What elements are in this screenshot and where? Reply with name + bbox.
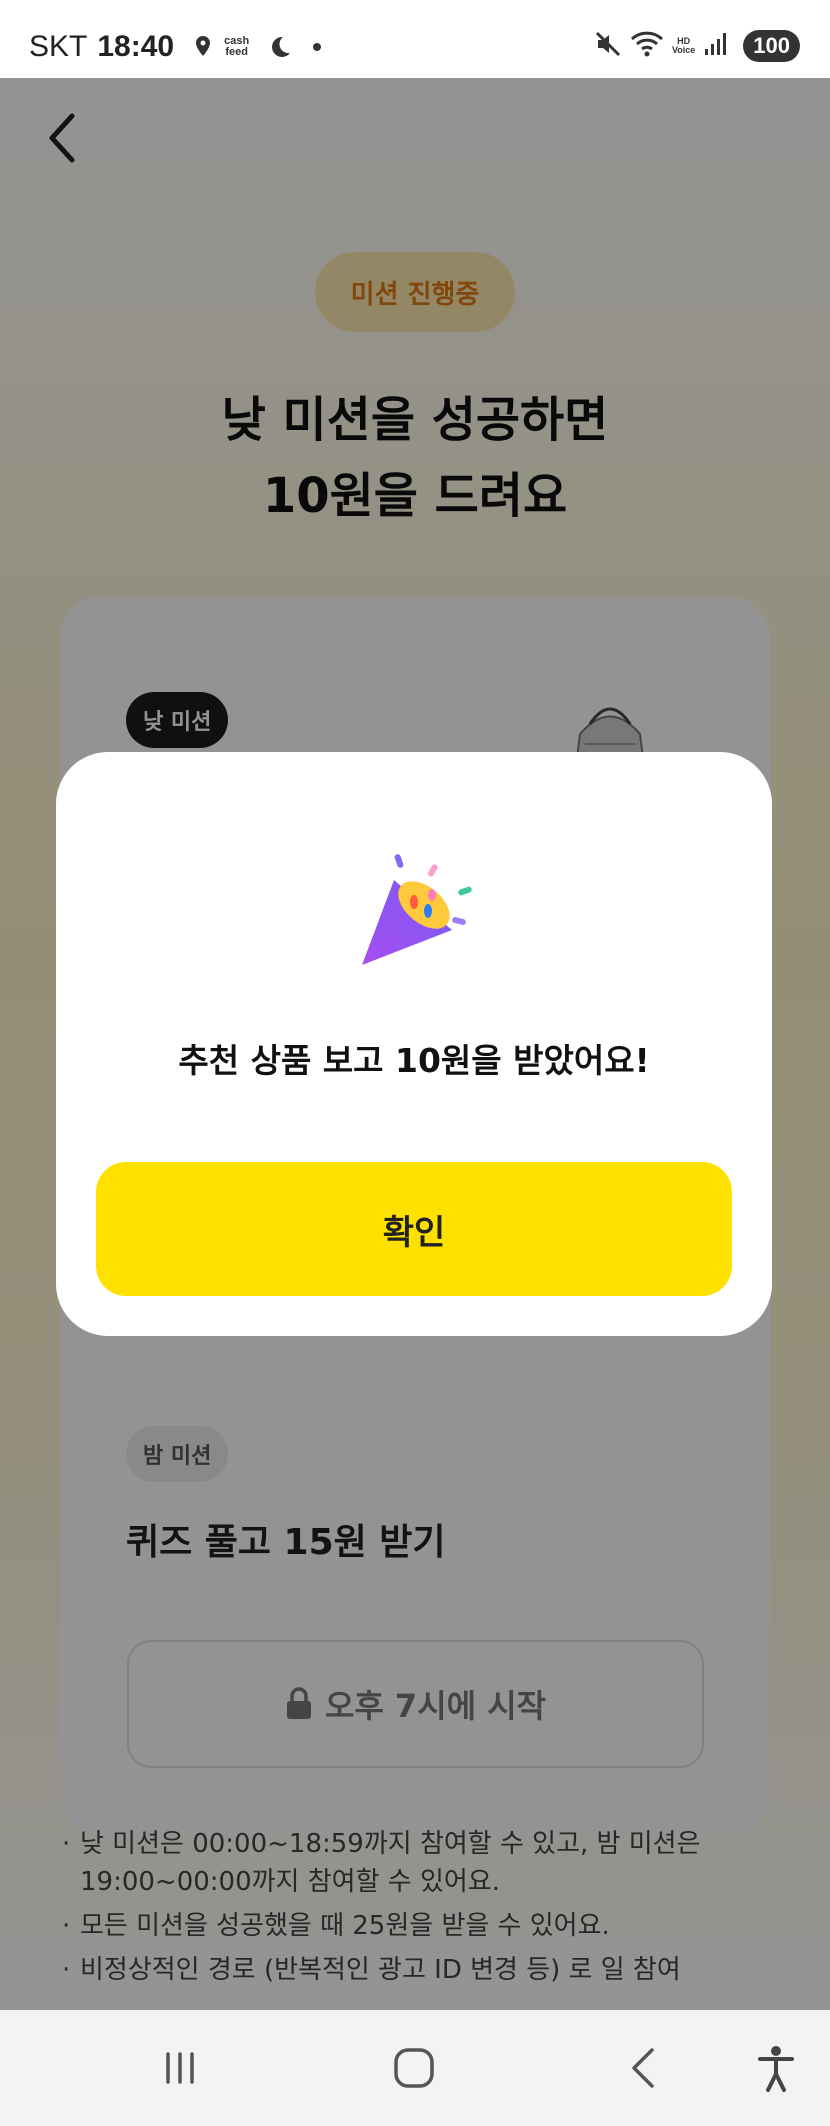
carrier-label: SKT [29,30,88,63]
recent-apps-button[interactable] [150,2040,210,2096]
system-back-button[interactable] [614,2040,674,2096]
home-icon [394,2048,434,2088]
home-button[interactable] [384,2040,444,2096]
clock: 18:40 [97,30,175,63]
mute-icon [594,30,622,62]
confirm-button[interactable]: 확인 [96,1162,732,1296]
reward-message: 추천 상품 보고 10원을 받았어요! [178,1041,650,1080]
reward-modal: 추천 상품 보고 10원을 받았어요! 확인 [56,752,772,1336]
confirm-button-label: 확인 [382,1212,446,1253]
location-icon [192,34,214,60]
battery-indicator: 100 [743,30,800,62]
accessibility-icon [758,2046,794,2092]
wifi-icon [630,30,664,62]
system-back-icon [632,2048,654,2088]
recent-apps-icon [166,2052,194,2084]
hd-voice-icon: HD Voice [671,36,696,55]
status-bar: SKT 18:40 cash feed HD Voice 100 [0,0,830,78]
accessibility-button[interactable] [746,2040,806,2096]
notification-dot-icon [311,41,323,53]
cashfeed-icon: cash feed [224,35,250,58]
signal-icon [703,31,729,61]
do-not-disturb-icon [267,34,293,60]
system-nav-bar [0,2010,830,2126]
party-popper-icon [362,854,472,965]
